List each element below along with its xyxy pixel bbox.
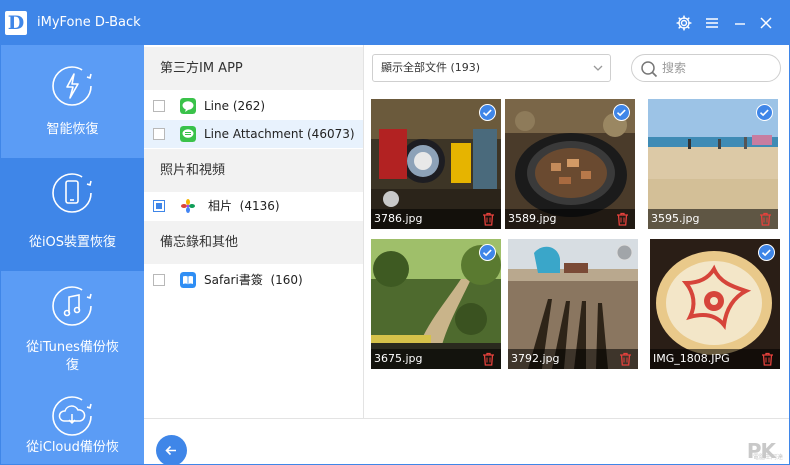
lightning-refresh-icon: [52, 66, 92, 106]
photo-thumbnail[interactable]: 3595.jpg: [648, 99, 778, 229]
photo-caption-bar: 3675.jpg: [371, 349, 501, 369]
title-bar: D iMyFone D-Back: [1, 1, 789, 45]
search-icon: [641, 61, 658, 78]
category-panel: 第三方IM APP Line (262) Line Attachment (46…: [144, 45, 364, 418]
cloud-download-refresh-icon: [52, 396, 92, 436]
category-count: (160): [270, 273, 303, 287]
sidebar-item-ios-device[interactable]: 從iOS裝置恢復: [1, 158, 144, 271]
category-name: Line: [204, 99, 230, 113]
sidebar-item-label: 從iTunes備份恢復: [26, 340, 119, 373]
category-count: (262): [232, 99, 266, 113]
app-logo: D: [5, 11, 27, 35]
photo-thumbnail[interactable]: 3786.jpg: [371, 99, 501, 229]
category-group-header: 備忘錄和其他: [144, 221, 363, 264]
bottom-bar: PK 電腦王阿達: [144, 418, 789, 464]
sidebar-item-itunes-backup[interactable]: 從iTunes備份恢復: [1, 271, 144, 381]
photos-icon: [180, 198, 196, 214]
category-item-label: Line (262): [204, 92, 265, 120]
photo-filename: 3786.jpg: [374, 212, 423, 225]
category-item-line-attachment[interactable]: Line Attachment (46073): [144, 120, 363, 148]
trash-icon[interactable]: [759, 212, 772, 226]
line-app-icon: [180, 98, 196, 114]
category-count: (4136): [239, 199, 280, 213]
trash-icon[interactable]: [482, 352, 495, 366]
chevron-down-icon: [593, 65, 603, 71]
photo-thumbnail[interactable]: 3792.jpg: [508, 239, 638, 369]
photo-caption-bar: 3595.jpg: [648, 209, 778, 229]
category-name: Safari書簽: [204, 273, 263, 287]
checkbox[interactable]: [153, 128, 165, 140]
file-filter-value: 顯示全部文件 (193): [381, 61, 481, 74]
sidebar-item-label: 從iCloud備份恢: [26, 440, 119, 455]
app-title: iMyFone D-Back: [37, 15, 141, 30]
category-name: 相片: [208, 199, 233, 213]
sidebar-item-icloud-backup[interactable]: 從iCloud備份恢: [1, 381, 144, 464]
category-group-header: 照片和視頻: [144, 149, 363, 192]
photo-thumbnail[interactable]: 3675.jpg: [371, 239, 501, 369]
photo-thumbnail[interactable]: IMG_1808.JPG: [650, 239, 780, 369]
content-area: 顯示全部文件 (193) 搜索 3786.jpg 3589.jpg 3595.j…: [365, 45, 789, 418]
minimize-icon[interactable]: [729, 12, 751, 34]
checkbox[interactable]: [153, 200, 165, 212]
photo-caption-bar: 3589.jpg: [505, 209, 635, 229]
category-item-photos[interactable]: 相片 (4136): [144, 192, 363, 220]
photo-filename: 3589.jpg: [508, 212, 557, 225]
trash-icon[interactable]: [482, 212, 495, 226]
photo-caption-bar: 3786.jpg: [371, 209, 501, 229]
app-window: D iMyFone D-Back 智能恢復 從iOS裝置恢復 從iTunes備份…: [0, 0, 790, 465]
checkmark-icon[interactable]: [756, 104, 773, 121]
category-item-safari-bookmarks[interactable]: Safari書簽 (160): [144, 266, 363, 294]
category-name: Line Attachment: [204, 127, 304, 141]
music-note-refresh-icon: [52, 286, 92, 326]
photo-thumbnail[interactable]: 3589.jpg: [505, 99, 635, 229]
trash-icon[interactable]: [761, 352, 774, 366]
search-box[interactable]: [631, 54, 781, 82]
sidebar: 智能恢復 從iOS裝置恢復 從iTunes備份恢復 從iCloud備份恢: [1, 45, 144, 464]
checkmark-icon[interactable]: [479, 244, 496, 261]
category-item-line[interactable]: Line (262): [144, 92, 363, 120]
checkbox[interactable]: [153, 274, 165, 286]
checkmark-icon[interactable]: [479, 104, 496, 121]
photo-caption-bar: IMG_1808.JPG: [650, 349, 780, 369]
search-input[interactable]: [662, 58, 772, 78]
photo-caption-bar: 3792.jpg: [508, 349, 638, 369]
checkmark-icon[interactable]: [613, 104, 630, 121]
trash-icon[interactable]: [616, 212, 629, 226]
photo-filename: 3792.jpg: [511, 352, 560, 365]
line-attachment-icon: [180, 126, 196, 142]
file-filter-dropdown[interactable]: 顯示全部文件 (193): [372, 54, 611, 82]
arrow-left-icon: [165, 445, 176, 456]
category-item-label: Safari書簽 (160): [204, 266, 303, 294]
checkmark-icon[interactable]: [616, 244, 633, 261]
gear-icon[interactable]: [673, 12, 695, 34]
checkmark-icon[interactable]: [758, 244, 775, 261]
category-item-label: Line Attachment (46073): [204, 120, 355, 148]
watermark-caption: 電腦王阿達: [752, 454, 783, 461]
menu-icon[interactable]: [701, 12, 723, 34]
sidebar-item-label: 從iOS裝置恢復: [28, 235, 117, 250]
category-item-label: 相片 (4136): [208, 192, 280, 220]
sidebar-item-label: 智能恢復: [46, 122, 99, 137]
sidebar-item-smart-recovery[interactable]: 智能恢復: [1, 45, 144, 158]
phone-refresh-icon: [52, 173, 92, 213]
back-button[interactable]: [156, 435, 187, 464]
photo-filename: IMG_1808.JPG: [653, 352, 730, 365]
photo-filename: 3675.jpg: [374, 352, 423, 365]
category-group-header: 第三方IM APP: [144, 47, 363, 90]
checkbox[interactable]: [153, 100, 165, 112]
close-icon[interactable]: [755, 12, 777, 34]
safari-bookmarks-icon: [180, 272, 196, 288]
trash-icon[interactable]: [619, 352, 632, 366]
category-count: (46073): [307, 127, 355, 141]
photo-filename: 3595.jpg: [651, 212, 700, 225]
